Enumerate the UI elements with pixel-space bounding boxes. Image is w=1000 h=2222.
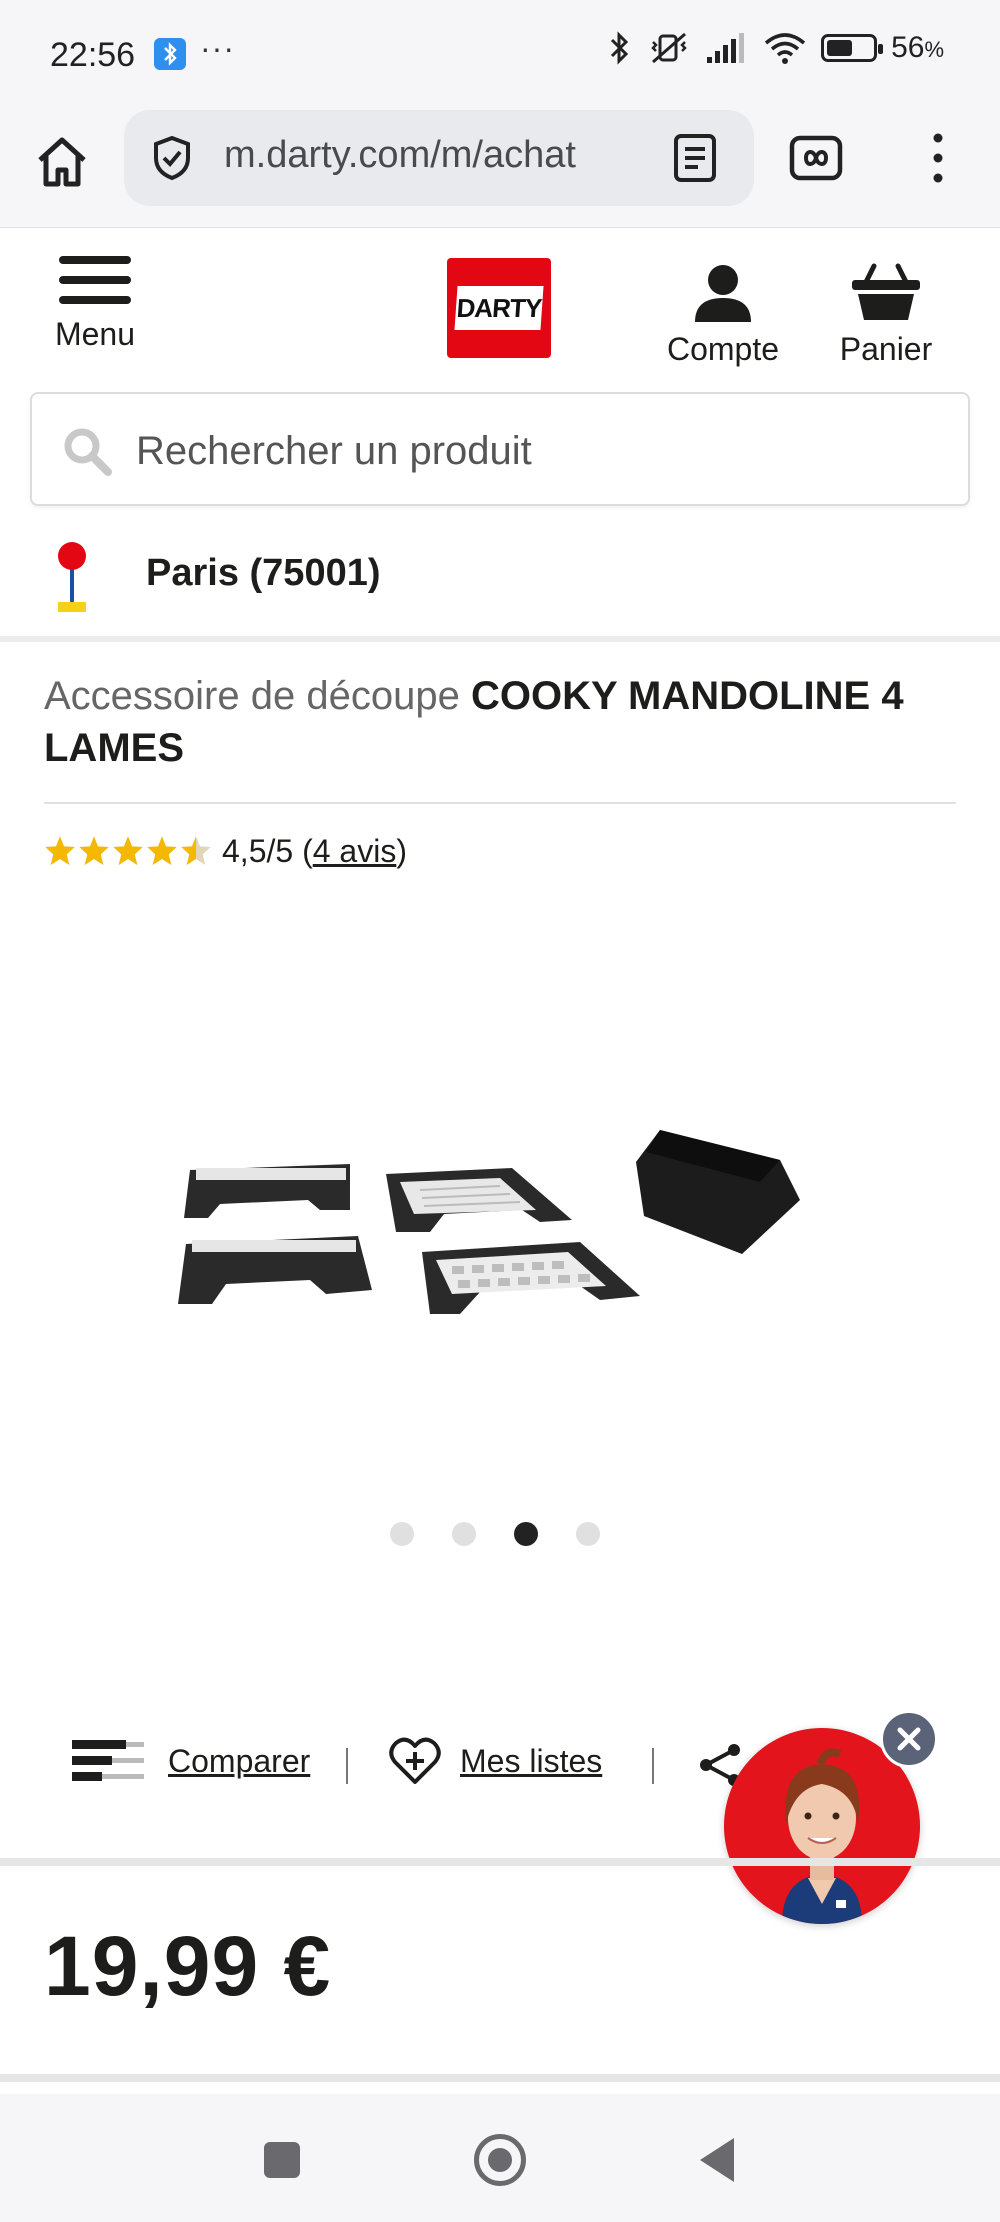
- star-icon: [113, 836, 143, 865]
- close-icon: [897, 1727, 921, 1751]
- star-icon: [45, 836, 75, 865]
- cart-button[interactable]: Panier: [826, 260, 946, 368]
- battery-percent: 56: [891, 31, 925, 64]
- location-text[interactable]: Paris (75001): [146, 552, 381, 595]
- star-icon: [79, 836, 109, 865]
- divider: [0, 1858, 1000, 1866]
- account-button[interactable]: Compte: [650, 260, 796, 368]
- bluetooth-icon: [611, 31, 629, 65]
- location-pin-icon: [58, 542, 86, 612]
- compare-icon: [72, 1740, 144, 1781]
- product-category: Accessoire de découpe: [44, 674, 460, 718]
- bluetooth-app-icon: [154, 38, 186, 70]
- product-price: 19,99 €: [44, 1919, 332, 2013]
- carousel-dot[interactable]: [514, 1522, 538, 1546]
- site-header: Menu DARTY Compte Panier: [0, 230, 1000, 380]
- browser-menu-button[interactable]: [908, 128, 968, 188]
- divider: [44, 802, 956, 804]
- product-search-box[interactable]: [30, 392, 970, 506]
- home-button[interactable]: [474, 2134, 526, 2186]
- menu-label: Menu: [54, 316, 136, 352]
- search-input[interactable]: [136, 424, 916, 478]
- battery-level-fill: [827, 40, 853, 56]
- carousel-dots: [390, 1522, 600, 1546]
- battery-unit: %: [924, 37, 944, 62]
- more-vert-icon: [933, 133, 943, 183]
- carousel-dot[interactable]: [576, 1522, 600, 1546]
- tabs-button[interactable]: [786, 130, 846, 186]
- compare-label[interactable]: Comparer: [168, 1743, 310, 1780]
- blade-plate: [422, 1242, 640, 1314]
- storage-box: [636, 1130, 800, 1254]
- cart-label: Panier: [839, 331, 933, 367]
- battery-icon: [821, 34, 884, 62]
- close-assistant-button[interactable]: [880, 1710, 938, 1768]
- reviews-link[interactable]: 4 avis: [313, 833, 397, 869]
- status-more-dots: ···: [200, 30, 235, 66]
- rating-value: 4,5/5: [222, 832, 294, 869]
- reviews-close-paren: ): [396, 832, 407, 869]
- browser-toolbar: m.darty.com/m/achat: [0, 110, 1000, 228]
- carousel-dot[interactable]: [390, 1522, 414, 1546]
- hamburger-icon: [59, 256, 131, 304]
- lists-label[interactable]: Mes listes: [460, 1743, 602, 1780]
- recents-button[interactable]: [264, 2142, 300, 2178]
- blade-plate: [386, 1168, 572, 1232]
- menu-button[interactable]: Menu: [40, 256, 150, 366]
- url-text[interactable]: m.darty.com/m/achat: [224, 134, 654, 177]
- back-button[interactable]: [700, 2138, 734, 2182]
- heart-plus-icon: [389, 1737, 441, 1784]
- separator: [652, 1748, 654, 1784]
- reader-mode-icon[interactable]: [670, 132, 720, 184]
- address-bar[interactable]: m.darty.com/m/achat: [124, 110, 754, 206]
- search-icon: [64, 428, 112, 476]
- rating-stars: [44, 835, 212, 867]
- compare-button[interactable]: Comparer: [70, 1738, 310, 1784]
- tabs-icon: [789, 135, 843, 181]
- shield-icon[interactable]: [148, 134, 196, 182]
- blade-plate: [184, 1164, 350, 1218]
- product-image[interactable]: [160, 1120, 840, 1360]
- divider: [0, 636, 1000, 642]
- star-icon: [147, 836, 177, 865]
- user-icon: [695, 265, 751, 322]
- separator: [346, 1748, 348, 1784]
- rating-row: 4,5/5 (4 avis): [44, 828, 407, 874]
- signal-icon: [707, 33, 745, 63]
- basket-icon: [852, 263, 920, 320]
- system-nav-bar: [0, 2094, 1000, 2222]
- product-title: Accessoire de découpe COOKY MANDOLINE 4 …: [44, 670, 964, 774]
- star-icon: [181, 836, 211, 865]
- wifi-icon: [764, 33, 806, 64]
- reviews-open-paren: (: [302, 832, 313, 869]
- home-icon: [38, 137, 86, 187]
- darty-logo[interactable]: DARTY: [447, 258, 551, 358]
- logo-text: DARTY: [454, 286, 544, 330]
- account-label: Compte: [666, 331, 780, 367]
- browser-home-button[interactable]: [30, 130, 94, 194]
- divider: [0, 2074, 1000, 2082]
- status-bar: 22:56 ··· 56%: [0, 0, 1000, 110]
- status-time: 22:56: [50, 36, 136, 74]
- mute-vibrate-icon: [651, 32, 687, 64]
- carousel-dot[interactable]: [452, 1522, 476, 1546]
- store-location-row[interactable]: Paris (75001): [0, 530, 1000, 640]
- blade-plate: [178, 1236, 372, 1304]
- add-to-list-button[interactable]: Mes listes: [388, 1734, 602, 1788]
